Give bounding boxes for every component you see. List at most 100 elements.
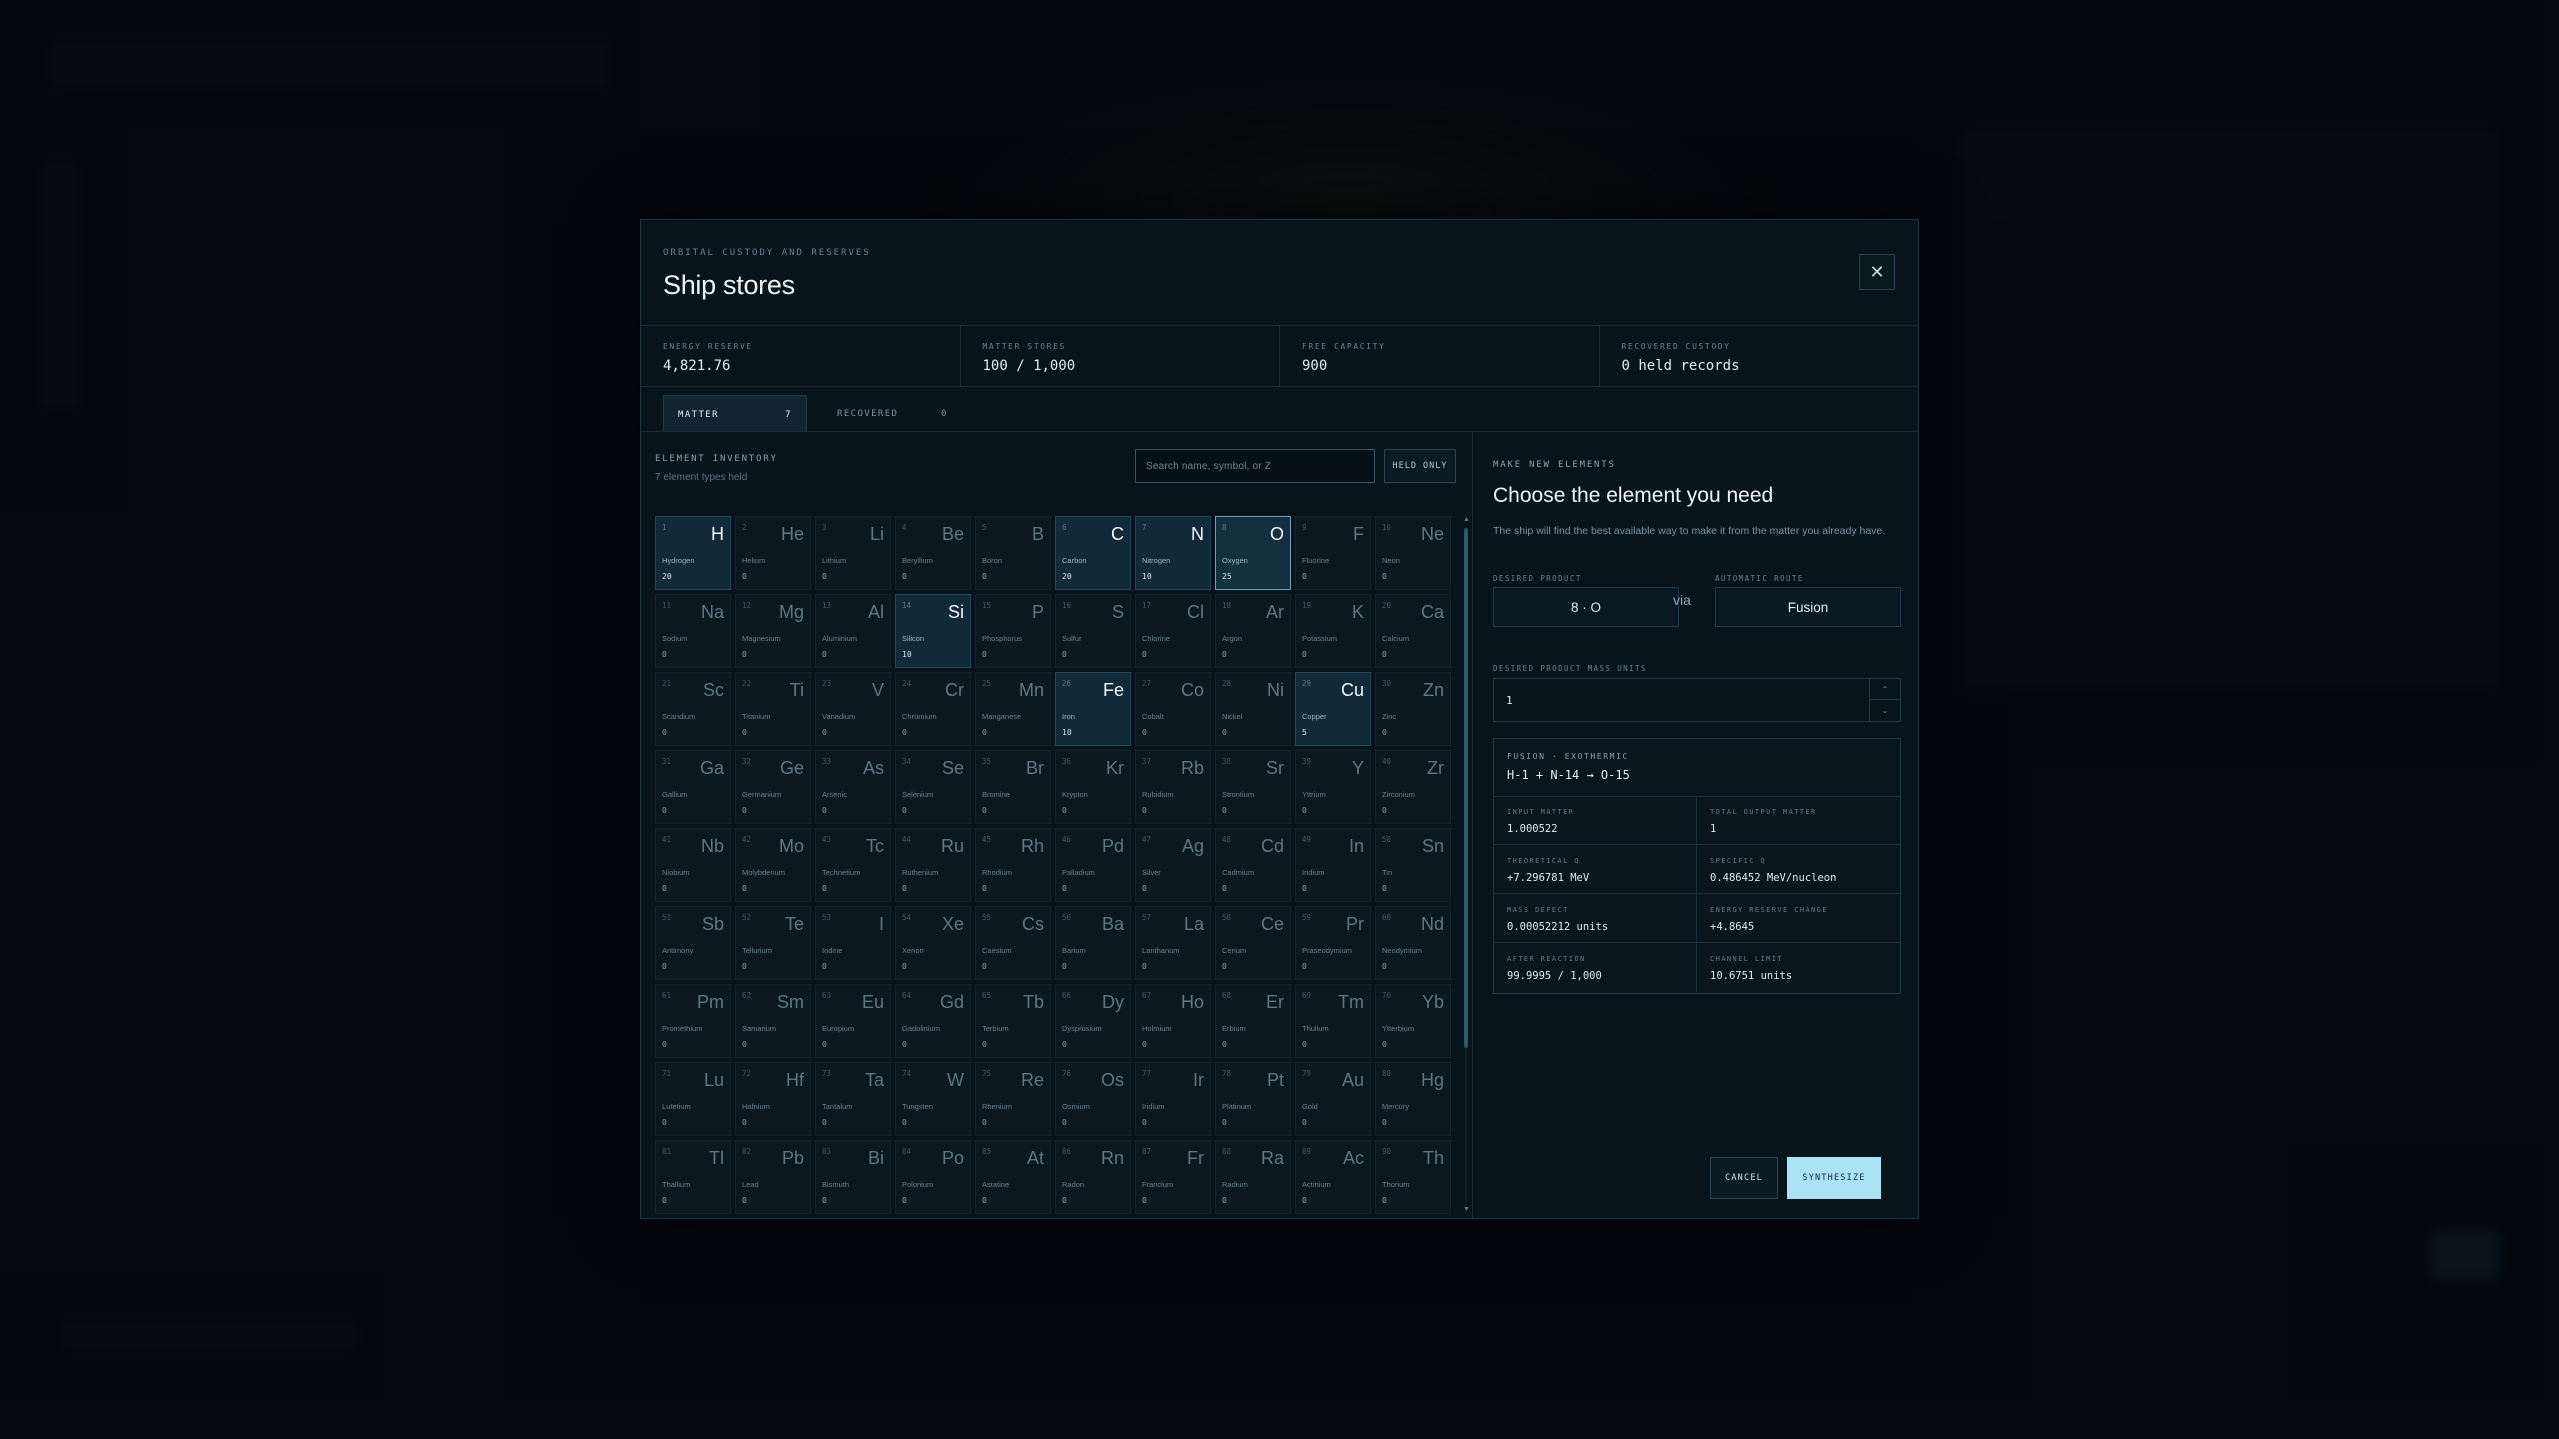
element-cell-tl[interactable]: 81 Tl Thallium 0 <box>655 1140 731 1214</box>
element-cell-hg[interactable]: 80 Hg Mercury 0 <box>1375 1062 1451 1136</box>
element-cell-ni[interactable]: 28 Ni Nickel 0 <box>1215 672 1291 746</box>
element-cell-ac[interactable]: 89 Ac Actinium 0 <box>1295 1140 1371 1214</box>
element-cell-ho[interactable]: 67 Ho Holmium 0 <box>1135 984 1211 1058</box>
element-cell-eu[interactable]: 63 Eu Europium 0 <box>815 984 891 1058</box>
element-cell-br[interactable]: 35 Br Bromine 0 <box>975 750 1051 824</box>
element-cell-ca[interactable]: 20 Ca Calcium 0 <box>1375 594 1451 668</box>
element-cell-er[interactable]: 68 Er Erbium 0 <box>1215 984 1291 1058</box>
element-cell-cr[interactable]: 24 Cr Chromium 0 <box>895 672 971 746</box>
element-cell-al[interactable]: 13 Al Aluminium 0 <box>815 594 891 668</box>
element-cell-n[interactable]: 7 N Nitrogen 10 <box>1135 516 1211 590</box>
element-cell-i[interactable]: 53 I Iodine 0 <box>815 906 891 980</box>
element-cell-ta[interactable]: 73 Ta Tantalum 0 <box>815 1062 891 1136</box>
element-cell-sr[interactable]: 38 Sr Strontium 0 <box>1215 750 1291 824</box>
element-cell-ar[interactable]: 18 Ar Argon 0 <box>1215 594 1291 668</box>
element-cell-ir[interactable]: 77 Ir Iridium 0 <box>1135 1062 1211 1136</box>
element-cell-y[interactable]: 39 Y Yttrium 0 <box>1295 750 1371 824</box>
element-cell-tc[interactable]: 43 Tc Technetium 0 <box>815 828 891 902</box>
element-cell-he[interactable]: 2 He Helium 0 <box>735 516 811 590</box>
element-cell-pd[interactable]: 46 Pd Palladium 0 <box>1055 828 1131 902</box>
element-cell-pb[interactable]: 82 Pb Lead 0 <box>735 1140 811 1214</box>
element-cell-rh[interactable]: 45 Rh Rhodium 0 <box>975 828 1051 902</box>
element-cell-s[interactable]: 16 S Sulfur 0 <box>1055 594 1131 668</box>
search-input[interactable]: Search name, symbol, or Z <box>1135 449 1375 483</box>
element-cell-kr[interactable]: 36 Kr Krypton 0 <box>1055 750 1131 824</box>
element-cell-p[interactable]: 15 P Phosphorus 0 <box>975 594 1051 668</box>
close-button[interactable]: ✕ <box>1859 254 1895 290</box>
element-cell-la[interactable]: 57 La Lanthanum 0 <box>1135 906 1211 980</box>
element-cell-be[interactable]: 4 Be Beryllium 0 <box>895 516 971 590</box>
scroll-up-icon[interactable]: ▲ <box>1463 516 1470 523</box>
element-cell-mg[interactable]: 12 Mg Magnesium 0 <box>735 594 811 668</box>
element-cell-cl[interactable]: 17 Cl Chlorine 0 <box>1135 594 1211 668</box>
element-cell-sn[interactable]: 50 Sn Tin 0 <box>1375 828 1451 902</box>
element-cell-pm[interactable]: 61 Pm Promethium 0 <box>655 984 731 1058</box>
element-cell-rb[interactable]: 37 Rb Rubidium 0 <box>1135 750 1211 824</box>
element-cell-th[interactable]: 90 Th Thorium 0 <box>1375 1140 1451 1214</box>
element-cell-zr[interactable]: 40 Zr Zirconium 0 <box>1375 750 1451 824</box>
synthesize-button[interactable]: SYNTHESIZE <box>1787 1157 1881 1199</box>
mass-units-input[interactable]: 1 ⌃ ⌄ <box>1493 678 1901 722</box>
scroll-thumb[interactable] <box>1464 528 1468 1048</box>
element-cell-se[interactable]: 34 Se Selenium 0 <box>895 750 971 824</box>
element-cell-w[interactable]: 74 W Tungsten 0 <box>895 1062 971 1136</box>
inventory-scrollbar[interactable]: ▲ ▼ <box>1463 516 1470 1216</box>
decrement-icon[interactable]: ⌄ <box>1870 700 1900 721</box>
element-cell-bi[interactable]: 83 Bi Bismuth 0 <box>815 1140 891 1214</box>
element-cell-sc[interactable]: 21 Sc Scandium 0 <box>655 672 731 746</box>
element-cell-te[interactable]: 52 Te Tellurium 0 <box>735 906 811 980</box>
element-cell-rn[interactable]: 86 Rn Radon 0 <box>1055 1140 1131 1214</box>
element-cell-gd[interactable]: 64 Gd Gadolinium 0 <box>895 984 971 1058</box>
increment-icon[interactable]: ⌃ <box>1870 679 1900 700</box>
element-cell-cu[interactable]: 29 Cu Copper 5 <box>1295 672 1371 746</box>
element-cell-po[interactable]: 84 Po Polonium 0 <box>895 1140 971 1214</box>
scroll-down-icon[interactable]: ▼ <box>1463 1206 1470 1213</box>
element-cell-in[interactable]: 49 In Indium 0 <box>1295 828 1371 902</box>
element-cell-os[interactable]: 76 Os Osmium 0 <box>1055 1062 1131 1136</box>
element-cell-yb[interactable]: 70 Yb Ytterbium 0 <box>1375 984 1451 1058</box>
element-cell-k[interactable]: 19 K Potassium 0 <box>1295 594 1371 668</box>
element-cell-si[interactable]: 14 Si Silicon 10 <box>895 594 971 668</box>
element-cell-ne[interactable]: 10 Ne Neon 0 <box>1375 516 1451 590</box>
element-cell-tm[interactable]: 69 Tm Thulium 0 <box>1295 984 1371 1058</box>
element-cell-fr[interactable]: 87 Fr Francium 0 <box>1135 1140 1211 1214</box>
element-cell-ge[interactable]: 32 Ge Germanium 0 <box>735 750 811 824</box>
element-cell-pt[interactable]: 78 Pt Platinum 0 <box>1215 1062 1291 1136</box>
element-cell-ru[interactable]: 44 Ru Ruthenium 0 <box>895 828 971 902</box>
cancel-button[interactable]: CANCEL <box>1710 1157 1778 1199</box>
element-cell-ra[interactable]: 88 Ra Radium 0 <box>1215 1140 1291 1214</box>
element-cell-au[interactable]: 79 Au Gold 0 <box>1295 1062 1371 1136</box>
element-cell-ba[interactable]: 56 Ba Barium 0 <box>1055 906 1131 980</box>
element-cell-pr[interactable]: 59 Pr Praseodymium 0 <box>1295 906 1371 980</box>
element-cell-ce[interactable]: 58 Ce Cerium 0 <box>1215 906 1291 980</box>
element-cell-at[interactable]: 85 At Astatine 0 <box>975 1140 1051 1214</box>
element-cell-c[interactable]: 6 C Carbon 20 <box>1055 516 1131 590</box>
element-cell-ag[interactable]: 47 Ag Silver 0 <box>1135 828 1211 902</box>
element-cell-tb[interactable]: 65 Tb Terbium 0 <box>975 984 1051 1058</box>
element-cell-xe[interactable]: 54 Xe Xenon 0 <box>895 906 971 980</box>
held-only-button[interactable]: HELD ONLY <box>1384 449 1456 483</box>
element-cell-f[interactable]: 9 F Fluorine 0 <box>1295 516 1371 590</box>
element-cell-h[interactable]: 1 H Hydrogen 20 <box>655 516 731 590</box>
element-cell-b[interactable]: 5 B Boron 0 <box>975 516 1051 590</box>
element-cell-nd[interactable]: 60 Nd Neodymium 0 <box>1375 906 1451 980</box>
element-cell-fe[interactable]: 26 Fe Iron 10 <box>1055 672 1131 746</box>
element-cell-mn[interactable]: 25 Mn Manganese 0 <box>975 672 1051 746</box>
element-cell-as[interactable]: 33 As Arsenic 0 <box>815 750 891 824</box>
element-cell-li[interactable]: 3 Li Lithium 0 <box>815 516 891 590</box>
tab-recovered[interactable]: RECOVERED 0 <box>823 395 967 431</box>
desired-product-field[interactable]: 8 · O <box>1493 587 1679 627</box>
element-cell-dy[interactable]: 66 Dy Dysprosium 0 <box>1055 984 1131 1058</box>
tab-matter[interactable]: MATTER 7 <box>663 395 807 431</box>
element-cell-co[interactable]: 27 Co Cobalt 0 <box>1135 672 1211 746</box>
element-cell-mo[interactable]: 42 Mo Molybdenum 0 <box>735 828 811 902</box>
element-cell-ti[interactable]: 22 Ti Titanium 0 <box>735 672 811 746</box>
element-cell-sb[interactable]: 51 Sb Antimony 0 <box>655 906 731 980</box>
element-cell-hf[interactable]: 72 Hf Hafnium 0 <box>735 1062 811 1136</box>
element-cell-cd[interactable]: 48 Cd Cadmium 0 <box>1215 828 1291 902</box>
element-cell-cs[interactable]: 55 Cs Caesium 0 <box>975 906 1051 980</box>
element-cell-re[interactable]: 75 Re Rhenium 0 <box>975 1062 1051 1136</box>
element-cell-zn[interactable]: 30 Zn Zinc 0 <box>1375 672 1451 746</box>
element-cell-na[interactable]: 11 Na Sodium 0 <box>655 594 731 668</box>
element-cell-v[interactable]: 23 V Vanadium 0 <box>815 672 891 746</box>
